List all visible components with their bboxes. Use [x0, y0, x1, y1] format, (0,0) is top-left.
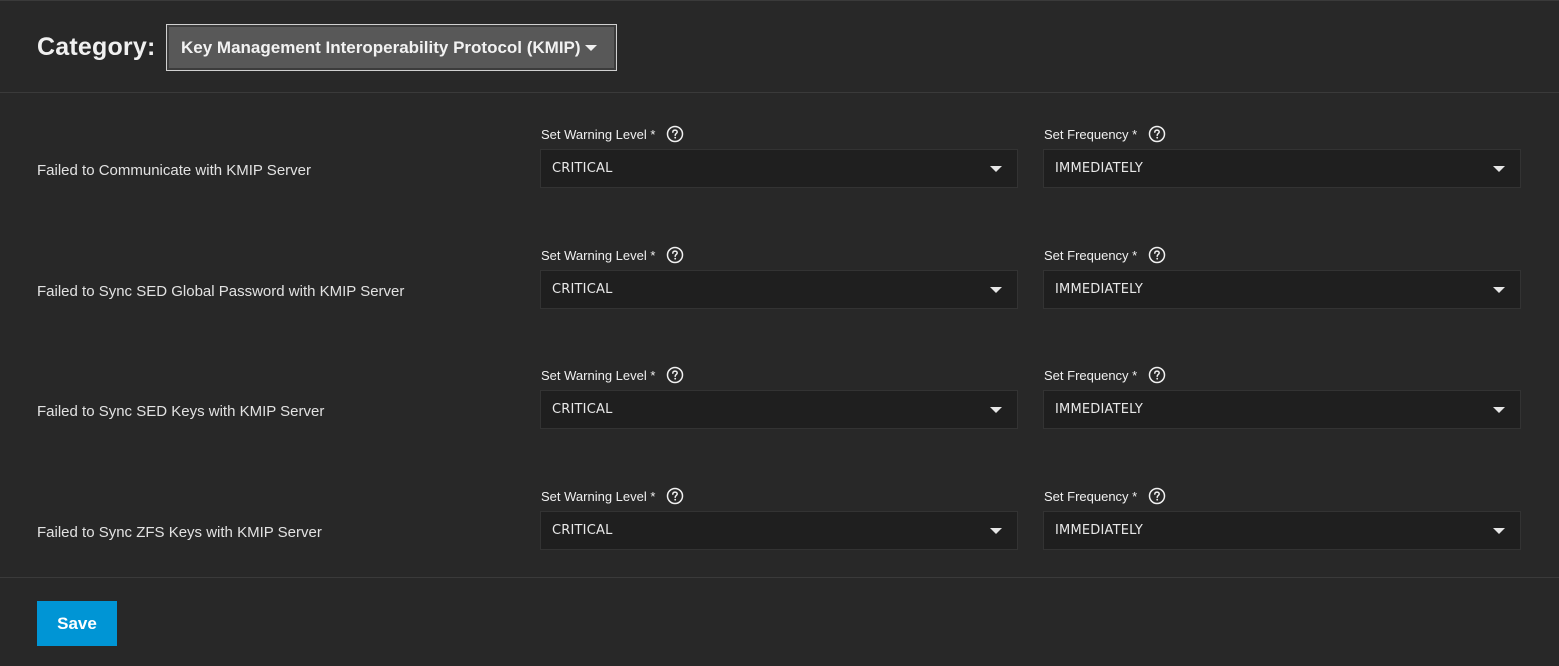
alert-title: Failed to Communicate with KMIP Server — [37, 162, 311, 179]
alert-row: Failed to Sync ZFS Keys with KMIP Server… — [0, 487, 1559, 587]
help-circle-icon[interactable] — [1148, 246, 1166, 264]
warning-level-label-text: Set Warning Level * — [541, 247, 656, 263]
help-circle-icon[interactable] — [666, 246, 684, 264]
help-circle-icon[interactable] — [666, 125, 684, 143]
warning-level-label: Set Warning Level * — [541, 487, 684, 505]
frequency-value: IMMEDIATELY — [1055, 402, 1144, 417]
warning-level-value: CRITICAL — [552, 402, 613, 417]
warning-level-select[interactable]: CRITICAL — [540, 270, 1018, 309]
frequency-label-text: Set Frequency * — [1044, 247, 1138, 263]
warning-level-label-text: Set Warning Level * — [541, 488, 656, 504]
frequency-label: Set Frequency * — [1044, 366, 1166, 384]
warning-level-select[interactable]: CRITICAL — [540, 511, 1018, 550]
warning-level-label: Set Warning Level * — [541, 125, 684, 143]
save-button[interactable]: Save — [37, 601, 117, 646]
caret-down-icon — [1493, 287, 1505, 293]
warning-level-value: CRITICAL — [552, 161, 613, 176]
warning-level-label: Set Warning Level * — [541, 246, 684, 264]
warning-level-value: CRITICAL — [552, 282, 613, 297]
caret-down-icon — [990, 166, 1002, 172]
alert-title: Failed to Sync SED Global Password with … — [37, 283, 405, 300]
warning-level-label-text: Set Warning Level * — [541, 367, 656, 383]
alert-row: Failed to Sync SED Global Password with … — [0, 246, 1559, 346]
caret-down-icon — [1493, 528, 1505, 534]
caret-down-icon — [585, 45, 597, 51]
frequency-select[interactable]: IMMEDIATELY — [1043, 149, 1521, 188]
category-select[interactable]: Key Management Interoperability Protocol… — [166, 24, 617, 71]
alert-title: Failed to Sync SED Keys with KMIP Server — [37, 403, 325, 420]
frequency-label: Set Frequency * — [1044, 487, 1166, 505]
help-circle-icon[interactable] — [666, 366, 684, 384]
frequency-label: Set Frequency * — [1044, 125, 1166, 143]
help-circle-icon[interactable] — [1148, 487, 1166, 505]
frequency-select[interactable]: IMMEDIATELY — [1043, 270, 1521, 309]
alert-row: Failed to Communicate with KMIP Server S… — [0, 125, 1559, 225]
warning-level-select[interactable]: CRITICAL — [540, 390, 1018, 429]
warning-level-value: CRITICAL — [552, 523, 613, 538]
frequency-label-text: Set Frequency * — [1044, 488, 1138, 504]
frequency-select[interactable]: IMMEDIATELY — [1043, 390, 1521, 429]
alert-title: Failed to Sync ZFS Keys with KMIP Server — [37, 524, 322, 541]
frequency-select[interactable]: IMMEDIATELY — [1043, 511, 1521, 550]
category-label: Category: — [37, 33, 156, 61]
frequency-value: IMMEDIATELY — [1055, 282, 1144, 297]
frequency-label-text: Set Frequency * — [1044, 367, 1138, 383]
caret-down-icon — [990, 528, 1002, 534]
alert-settings-page: Category: Key Management Interoperabilit… — [0, 0, 1559, 666]
category-select-value: Key Management Interoperability Protocol… — [181, 38, 581, 57]
alert-row: Failed to Sync SED Keys with KMIP Server… — [0, 366, 1559, 466]
warning-level-label-text: Set Warning Level * — [541, 126, 656, 142]
footer-divider — [0, 577, 1559, 578]
caret-down-icon — [990, 287, 1002, 293]
category-header: Category: Key Management Interoperabilit… — [0, 1, 1559, 93]
frequency-label-text: Set Frequency * — [1044, 126, 1138, 142]
help-circle-icon[interactable] — [1148, 125, 1166, 143]
frequency-label: Set Frequency * — [1044, 246, 1166, 264]
warning-level-label: Set Warning Level * — [541, 366, 684, 384]
caret-down-icon — [990, 407, 1002, 413]
caret-down-icon — [1493, 407, 1505, 413]
warning-level-select[interactable]: CRITICAL — [540, 149, 1018, 188]
caret-down-icon — [1493, 166, 1505, 172]
frequency-value: IMMEDIATELY — [1055, 161, 1144, 176]
help-circle-icon[interactable] — [666, 487, 684, 505]
help-circle-icon[interactable] — [1148, 366, 1166, 384]
frequency-value: IMMEDIATELY — [1055, 523, 1144, 538]
